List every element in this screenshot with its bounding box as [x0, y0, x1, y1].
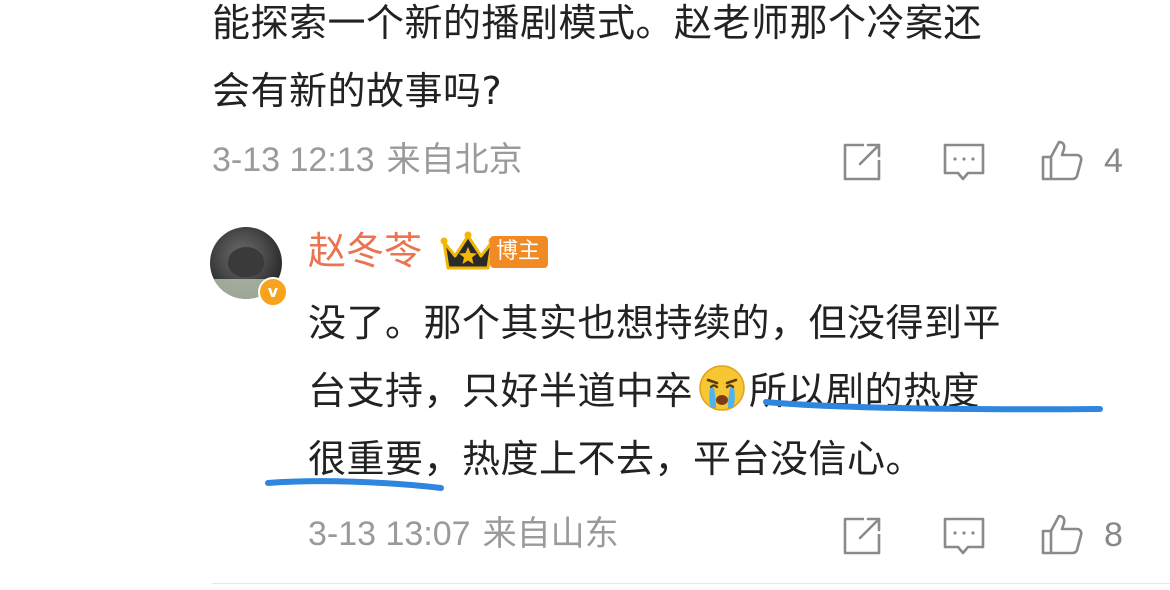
reply-location: 来自山东: [482, 515, 619, 553]
crown-icon: [440, 230, 496, 274]
like-button[interactable]: [1040, 138, 1084, 182]
reply-text-line-3: 很重要，热度上不去，平台没信心。: [308, 437, 925, 481]
share-icon: [840, 514, 884, 558]
reply-like-button[interactable]: [1040, 512, 1084, 556]
reply-username[interactable]: 赵冬苓: [308, 226, 422, 276]
reply-text-line-2-part-b: 所以剧的热度: [749, 369, 981, 413]
comment-timestamp: 3-13 12:13: [212, 141, 375, 179]
reply-meta: 3-13 13:07 来自山东: [308, 514, 619, 554]
crying-face-icon: [697, 362, 747, 412]
comment-bubble-icon: [942, 514, 986, 558]
reply-timestamp: 3-13 13:07: [308, 515, 471, 553]
reply-text-line-2: 台支持，只好半道中卒 所以剧的热度: [308, 358, 980, 424]
comment-text-line-1: 能探索一个新的播剧模式。赵老师那个冷案还: [212, 1, 983, 45]
verified-badge-icon: v: [258, 277, 288, 307]
reply-like-count: 8: [1104, 516, 1123, 554]
blogger-badge: 博主: [490, 236, 549, 268]
reply-text-line-2-part-a: 台支持，只好半道中卒: [308, 369, 694, 413]
comment-location: 来自北京: [386, 141, 523, 179]
reply-share-button[interactable]: [840, 514, 884, 558]
reply-text-line-1: 没了。那个其实也想持续的，但没得到平: [308, 301, 1002, 345]
comment-text-line-2: 会有新的故事吗?: [212, 69, 503, 113]
comment-bubble-icon: [942, 140, 986, 184]
thumbs-up-icon: [1040, 512, 1084, 556]
reply-button[interactable]: [942, 140, 986, 184]
share-button[interactable]: [840, 140, 884, 184]
thumbs-up-icon: [1040, 138, 1084, 182]
share-icon: [840, 140, 884, 184]
divider: [212, 583, 1170, 584]
comment-meta: 3-13 12:13 来自北京: [212, 140, 523, 180]
reply-reply-button[interactable]: [942, 514, 986, 558]
like-count: 4: [1104, 142, 1123, 180]
